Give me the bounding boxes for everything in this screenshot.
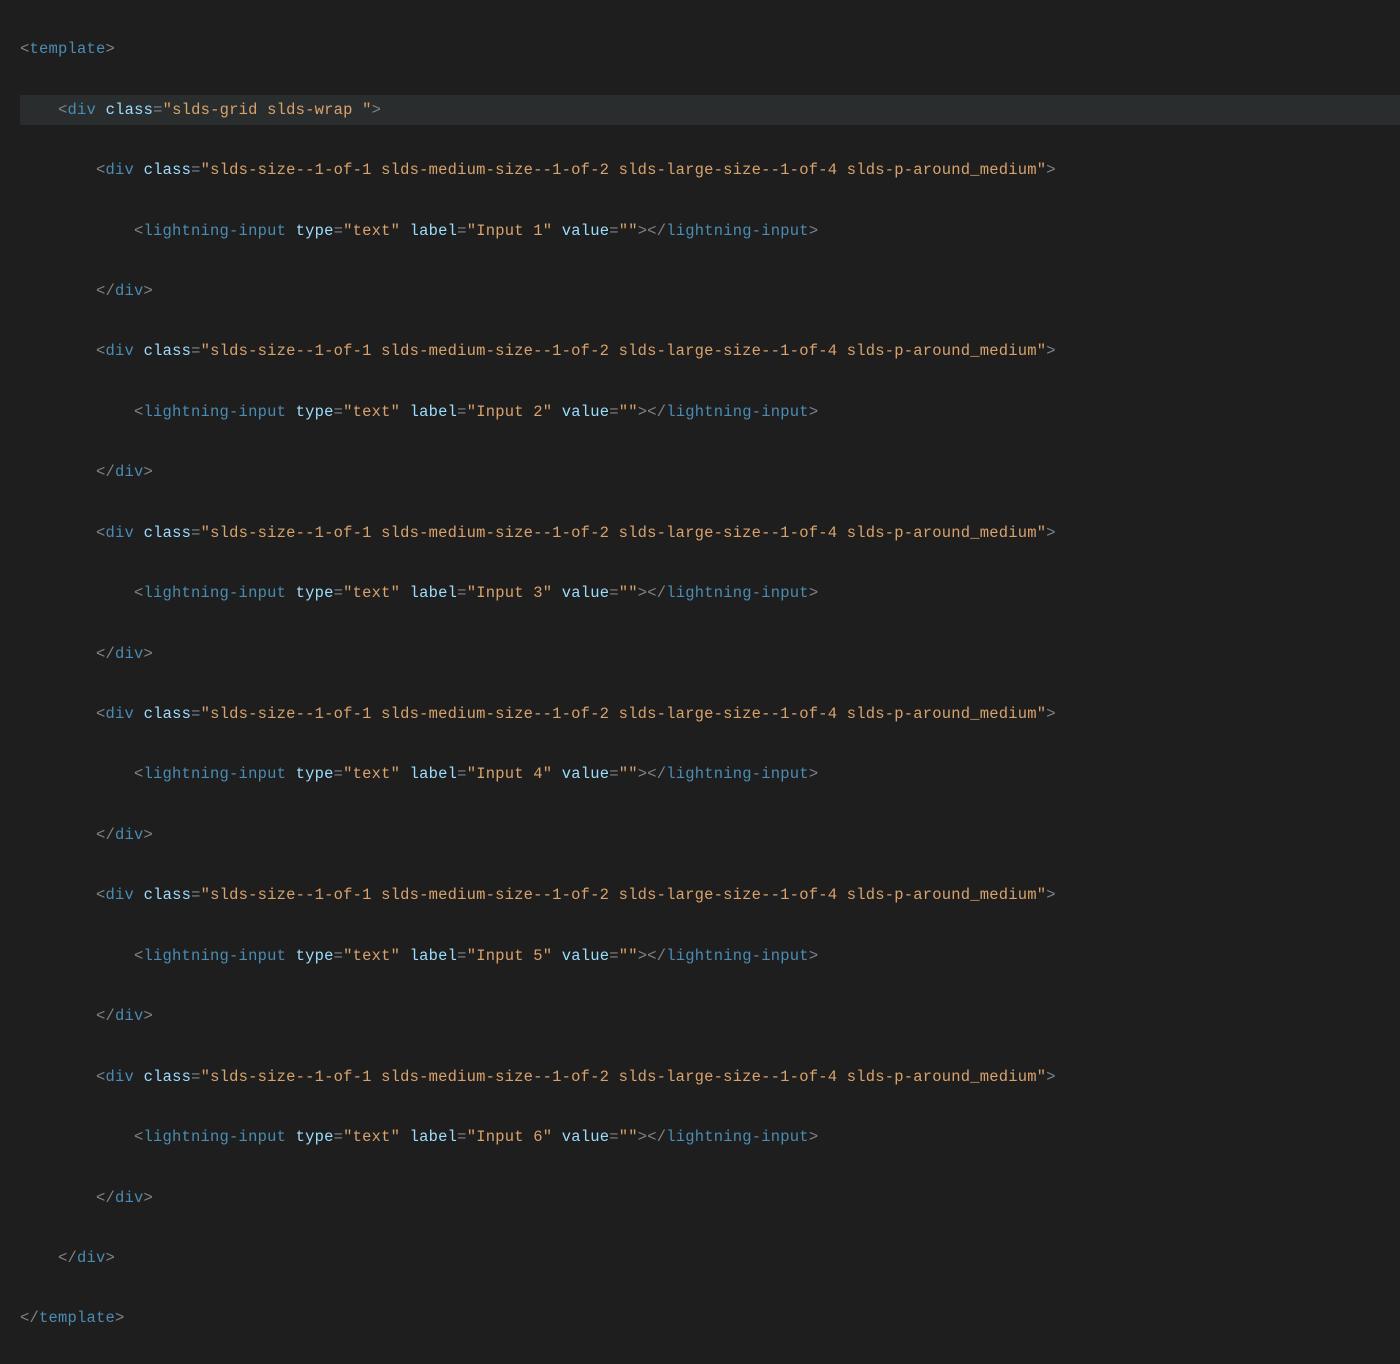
code-line[interactable]: </div> [20, 1001, 1400, 1031]
code-line[interactable]: </div> [20, 820, 1400, 850]
code-line[interactable]: <template> [20, 34, 1400, 64]
tag-div: div [68, 101, 97, 119]
code-line[interactable]: </div> [20, 1183, 1400, 1213]
code-line[interactable]: <div class="slds-size--1-of-1 slds-mediu… [20, 699, 1400, 729]
code-line[interactable]: <lightning-input type="text" label="Inpu… [20, 941, 1400, 971]
code-line[interactable]: <div class="slds-size--1-of-1 slds-mediu… [20, 1062, 1400, 1092]
class-value: "slds-grid slds-wrap " [163, 101, 372, 119]
code-line[interactable]: <div class="slds-size--1-of-1 slds-mediu… [20, 518, 1400, 548]
code-line[interactable]: </template> [20, 1303, 1400, 1333]
code-line[interactable]: <lightning-input type="text" label="Inpu… [20, 759, 1400, 789]
attr-class: class [106, 101, 154, 119]
code-line[interactable]: </div> [20, 639, 1400, 669]
code-editor[interactable]: <template> <div class="slds-grid slds-wr… [0, 0, 1400, 1364]
code-line[interactable]: <lightning-input type="text" label="Inpu… [20, 1122, 1400, 1152]
code-line[interactable]: </div> [20, 1243, 1400, 1273]
code-line[interactable]: </div> [20, 276, 1400, 306]
code-line[interactable]: <lightning-input type="text" label="Inpu… [20, 216, 1400, 246]
tag-lightning-input: lightning-input [144, 222, 287, 240]
code-line[interactable]: <lightning-input type="text" label="Inpu… [20, 578, 1400, 608]
code-line[interactable]: <div class="slds-size--1-of-1 slds-mediu… [20, 155, 1400, 185]
code-line[interactable]: <div class="slds-grid slds-wrap "> [20, 95, 1400, 125]
tag-template: template [30, 40, 106, 58]
code-line[interactable]: <div class="slds-size--1-of-1 slds-mediu… [20, 336, 1400, 366]
code-line[interactable]: <lightning-input type="text" label="Inpu… [20, 397, 1400, 427]
code-line[interactable]: <div class="slds-size--1-of-1 slds-mediu… [20, 880, 1400, 910]
code-line[interactable]: </div> [20, 457, 1400, 487]
